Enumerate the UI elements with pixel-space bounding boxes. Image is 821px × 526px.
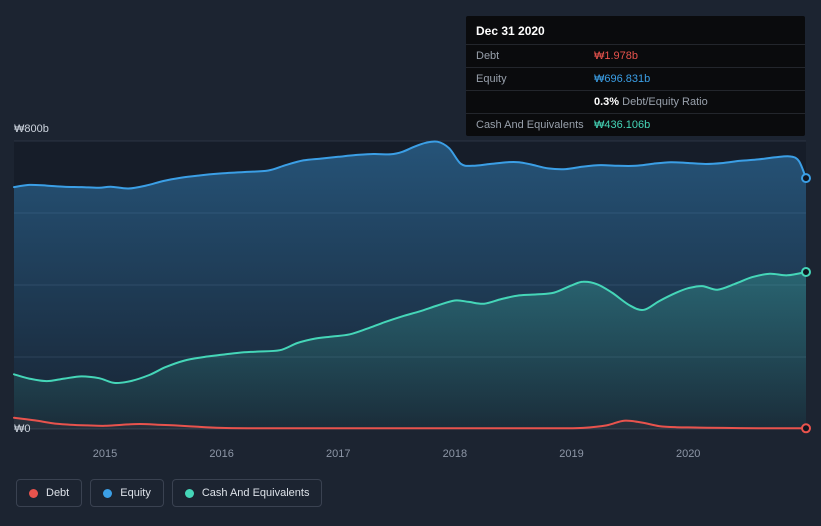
tooltip-equity-value: ₩696.831b xyxy=(594,73,651,85)
debt-end-marker xyxy=(801,423,811,434)
chart-legend: Debt Equity Cash And Equivalents xyxy=(16,479,323,507)
y-tick-label: ₩800b xyxy=(14,123,49,135)
legend-item-debt[interactable]: Debt xyxy=(16,479,83,507)
tooltip-row-ratio: 0.3% Debt/Equity Ratio xyxy=(466,90,805,113)
y-tick-label: ₩0 xyxy=(14,423,31,435)
x-tick-label: 2015 xyxy=(93,448,117,460)
x-tick-label: 2016 xyxy=(209,448,233,460)
tooltip-cash-label: Cash And Equivalents xyxy=(476,119,584,131)
debt-color-dot xyxy=(29,488,38,498)
x-tick-label: 2020 xyxy=(676,448,700,460)
tooltip-ratio-caption: Debt/Equity Ratio xyxy=(619,96,708,108)
tooltip-equity-label: Equity xyxy=(476,73,507,85)
legend-label-debt: Debt xyxy=(46,487,70,499)
cash-and-equivalents-end-marker xyxy=(801,267,811,277)
tooltip-row-debt: Debt ₩1.978b xyxy=(466,44,805,67)
equity-end-marker xyxy=(801,173,811,184)
tooltip-cash-value: ₩436.106b xyxy=(594,119,651,131)
tooltip-row-equity: Equity ₩696.831b xyxy=(466,67,805,90)
tooltip-ratio-value: 0.3% Debt/Equity Ratio xyxy=(594,95,708,109)
cash-color-dot xyxy=(184,488,194,498)
legend-label-equity: Equity xyxy=(120,487,151,499)
tooltip: Dec 31 2020 Debt ₩1.978b Equity ₩696.831… xyxy=(466,16,805,136)
tooltip-ratio-percent: 0.3% xyxy=(594,96,620,108)
legend-item-cash[interactable]: Cash And Equivalents xyxy=(171,479,323,507)
tooltip-row-cash: Cash And Equivalents ₩436.106b xyxy=(466,113,805,136)
x-tick-label: 2017 xyxy=(326,448,350,460)
legend-item-equity[interactable]: Equity xyxy=(90,479,164,507)
x-tick-label: 2019 xyxy=(559,448,583,460)
tooltip-date: Dec 31 2020 xyxy=(476,24,545,38)
tooltip-debt-value: ₩1.978b xyxy=(594,50,639,62)
x-tick-label: 2018 xyxy=(443,448,467,460)
legend-label-cash: Cash And Equivalents xyxy=(201,487,310,499)
equity-color-dot xyxy=(103,488,113,498)
tooltip-debt-label: Debt xyxy=(476,50,500,62)
